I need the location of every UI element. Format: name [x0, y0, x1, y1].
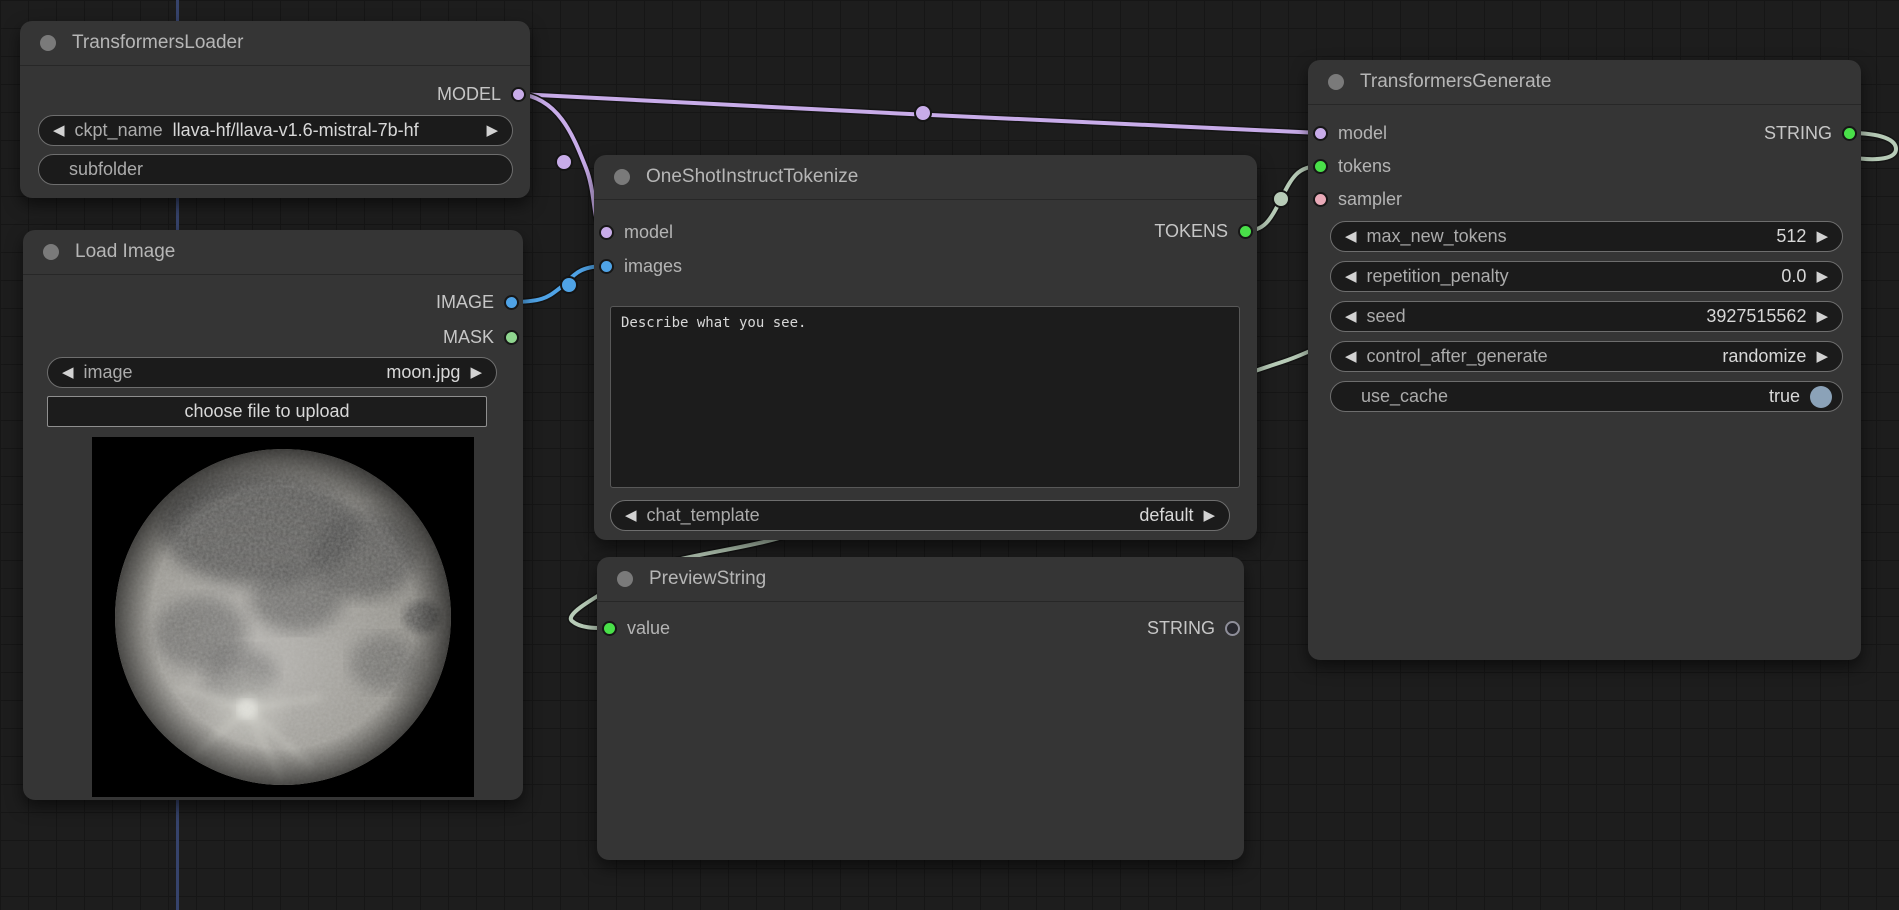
widget-label: control_after_generate [1367, 346, 1548, 367]
node-title-bar[interactable]: TransformersGenerate [1308, 60, 1861, 105]
arrow-left-icon[interactable]: ◀ [1345, 309, 1357, 324]
input-port-images[interactable] [599, 259, 614, 274]
input-label: value [627, 618, 670, 639]
collapse-dot-icon[interactable] [1328, 74, 1344, 90]
widget-value: 512 [1776, 226, 1806, 247]
input-label: model [1338, 123, 1387, 144]
arrow-right-icon[interactable]: ▶ [1203, 508, 1215, 523]
output-label: MASK [443, 327, 494, 348]
output-port-tokens[interactable] [1238, 224, 1253, 239]
arrow-left-icon[interactable]: ◀ [1345, 349, 1357, 364]
widget-label: image [84, 362, 133, 383]
output-port-image[interactable] [504, 295, 519, 310]
widget-use-cache-toggle[interactable]: use_cache true [1330, 381, 1843, 412]
node-title: OneShotInstructTokenize [646, 166, 858, 188]
node-load-image[interactable]: Load Image IMAGE MASK ◀ image moon.jpg ▶… [23, 230, 523, 800]
input-label: sampler [1338, 189, 1402, 210]
node-title-bar[interactable]: PreviewString [597, 557, 1244, 602]
input-port-tokens[interactable] [1313, 159, 1328, 174]
input-label: images [624, 256, 682, 277]
widget-value: llava-hf/llava-v1.6-mistral-7b-hf [173, 120, 419, 141]
widget-label: repetition_penalty [1367, 266, 1509, 287]
output-port-model[interactable] [511, 87, 526, 102]
toggle-knob-icon[interactable] [1810, 386, 1832, 408]
node-title-bar[interactable]: Load Image [23, 230, 523, 275]
collapse-dot-icon[interactable] [614, 169, 630, 185]
node-title: Load Image [75, 241, 175, 263]
widget-label: use_cache [1361, 386, 1448, 407]
input-port-sampler[interactable] [1313, 192, 1328, 207]
widget-label: max_new_tokens [1367, 226, 1507, 247]
widget-subfolder[interactable]: subfolder [38, 154, 513, 185]
collapse-dot-icon[interactable] [617, 571, 633, 587]
arrow-left-icon[interactable]: ◀ [625, 508, 637, 523]
arrow-left-icon[interactable]: ◀ [62, 365, 74, 380]
widget-chat-template[interactable]: ◀ chat_template default ▶ [610, 500, 1230, 531]
output-label: MODEL [437, 84, 501, 105]
wire-model-to-generate [518, 94, 1320, 133]
node-transformers-loader[interactable]: TransformersLoader MODEL ◀ ckpt_name lla… [20, 21, 530, 198]
widget-value: 0.0 [1781, 266, 1806, 287]
collapse-dot-icon[interactable] [43, 244, 59, 260]
output-port-string[interactable] [1225, 621, 1240, 636]
input-label: tokens [1338, 156, 1391, 177]
arrow-left-icon[interactable]: ◀ [1345, 229, 1357, 244]
node-title: TransformersLoader [72, 32, 243, 54]
widget-ckpt-name[interactable]: ◀ ckpt_name llava-hf/llava-v1.6-mistral-… [38, 115, 513, 146]
widget-seed[interactable]: ◀ seed 3927515562 ▶ [1330, 301, 1843, 332]
output-port-string[interactable] [1842, 126, 1857, 141]
input-port-model[interactable] [1313, 126, 1328, 141]
arrow-right-icon[interactable]: ▶ [1816, 349, 1828, 364]
choose-file-button[interactable]: choose file to upload [47, 396, 487, 427]
input-port-value[interactable] [602, 621, 617, 636]
arrow-right-icon[interactable]: ▶ [1816, 309, 1828, 324]
widget-label: subfolder [69, 159, 143, 180]
arrow-left-icon[interactable]: ◀ [1345, 269, 1357, 284]
button-label: choose file to upload [184, 401, 349, 422]
prompt-textarea[interactable]: Describe what you see. [610, 306, 1240, 488]
widget-label: chat_template [647, 505, 760, 526]
widget-label: seed [1367, 306, 1406, 327]
arrow-right-icon[interactable]: ▶ [1816, 229, 1828, 244]
node-title-bar[interactable]: TransformersLoader [20, 21, 530, 66]
collapse-dot-icon[interactable] [40, 35, 56, 51]
node-preview-string[interactable]: PreviewString value STRING [597, 557, 1244, 860]
arrow-right-icon[interactable]: ▶ [470, 365, 482, 380]
node-title-bar[interactable]: OneShotInstructTokenize [594, 155, 1257, 200]
output-label: TOKENS [1154, 221, 1228, 242]
node-title: PreviewString [649, 568, 766, 590]
wire-image-to-images [511, 266, 606, 302]
widget-max-new-tokens[interactable]: ◀ max_new_tokens 512 ▶ [1330, 221, 1843, 252]
node-editor-canvas[interactable]: TransformersLoader MODEL ◀ ckpt_name lla… [0, 0, 1899, 910]
arrow-right-icon[interactable]: ▶ [486, 123, 498, 138]
node-one-shot-instruct-tokenize[interactable]: OneShotInstructTokenize model images TOK… [594, 155, 1257, 540]
output-label: STRING [1764, 123, 1832, 144]
output-label: STRING [1147, 618, 1215, 639]
widget-value: true [1769, 386, 1800, 407]
moon-image [92, 437, 474, 797]
wire-model-to-tokenize [518, 94, 606, 232]
node-title: TransformersGenerate [1360, 71, 1551, 93]
widget-value: moon.jpg [386, 362, 460, 383]
widget-value: 3927515562 [1706, 306, 1806, 327]
arrow-left-icon[interactable]: ◀ [53, 123, 65, 138]
widget-control-after-generate[interactable]: ◀ control_after_generate randomize ▶ [1330, 341, 1843, 372]
input-label: model [624, 222, 673, 243]
output-label: IMAGE [436, 292, 494, 313]
widget-value: randomize [1722, 346, 1806, 367]
arrow-right-icon[interactable]: ▶ [1816, 269, 1828, 284]
node-transformers-generate[interactable]: TransformersGenerate model tokens sample… [1308, 60, 1861, 660]
output-port-mask[interactable] [504, 330, 519, 345]
widget-value: default [1139, 505, 1193, 526]
widget-label: ckpt_name [75, 120, 163, 141]
widget-repetition-penalty[interactable]: ◀ repetition_penalty 0.0 ▶ [1330, 261, 1843, 292]
input-port-model[interactable] [599, 225, 614, 240]
widget-image[interactable]: ◀ image moon.jpg ▶ [47, 357, 497, 388]
